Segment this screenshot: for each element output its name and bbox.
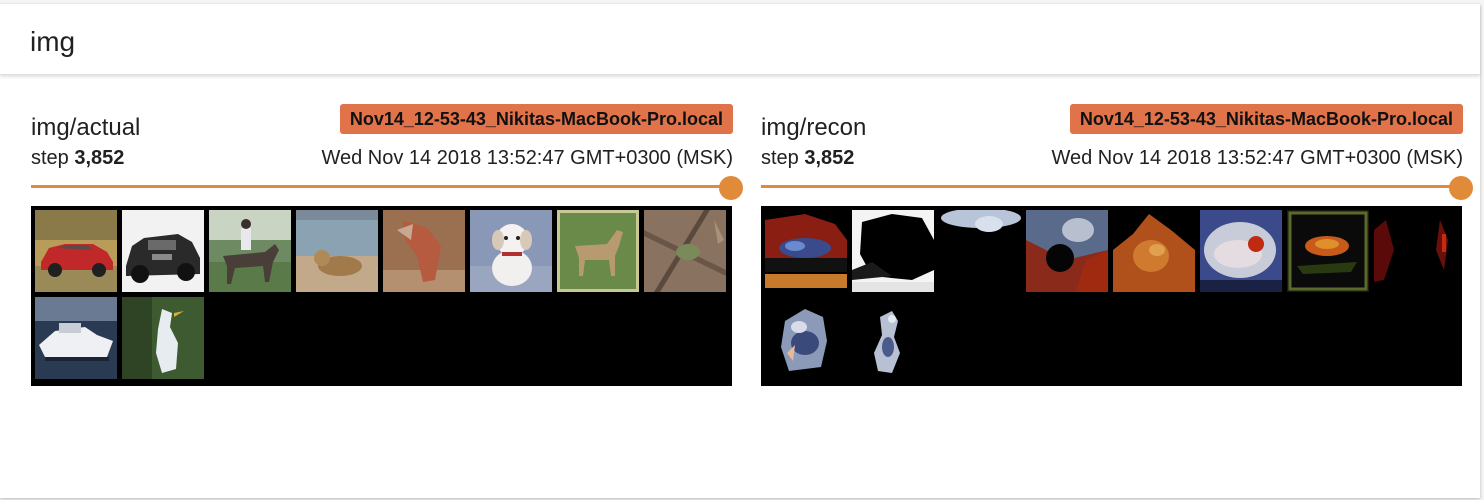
sample-image-boat (35, 297, 117, 379)
step-label: step (761, 147, 799, 169)
recon-image-6 (1200, 210, 1282, 292)
recon-image-7 (1287, 210, 1369, 292)
image-card-actual: img/actual step 3,852 Nov14_12-53-43_Nik… (31, 104, 743, 386)
image-group-card: img img/actual step 3,852 Nov14_12-53-43… (0, 4, 1480, 498)
sample-image-bird-branches (644, 210, 726, 292)
group-title: img (30, 26, 76, 57)
tag-label: img/recon (761, 114, 867, 141)
sample-image-dog-lying (296, 210, 378, 292)
image-card-recon: img/recon step 3,852 Nov14_12-53-43_Niki… (761, 104, 1473, 386)
recon-image-3 (939, 210, 1021, 292)
sample-image-car-black (122, 210, 204, 292)
slider-track[interactable] (761, 185, 1451, 188)
recon-image-5 (1113, 210, 1195, 292)
wall-time: Wed Nov 14 2018 13:52:47 GMT+0300 (MSK) (321, 147, 733, 169)
recon-image-1 (765, 210, 847, 292)
sample-image-animal-brown (383, 210, 465, 292)
recon-image-8 (1374, 210, 1456, 292)
step-indicator: step 3,852 (31, 146, 124, 170)
sample-image-horse-rider (209, 210, 291, 292)
image-grid (761, 206, 1462, 386)
sample-image-car-red (35, 210, 117, 292)
run-badge: Nov14_12-53-43_Nikitas-MacBook-Pro.local (339, 104, 733, 134)
recon-image-2 (852, 210, 934, 292)
sample-image-dog-white (470, 210, 552, 292)
step-indicator: step 3,852 (761, 146, 854, 170)
step-slider[interactable] (31, 176, 743, 200)
image-grid (31, 206, 732, 386)
step-label: step (31, 147, 69, 169)
tag-label: img/actual (31, 114, 141, 141)
wall-time: Wed Nov 14 2018 13:52:47 GMT+0300 (MSK) (1051, 147, 1463, 169)
slider-track[interactable] (31, 185, 721, 188)
recon-image-4 (1026, 210, 1108, 292)
step-slider[interactable] (761, 176, 1473, 200)
slider-knob[interactable] (1449, 176, 1473, 200)
recon-image-9 (765, 297, 847, 379)
run-badge: Nov14_12-53-43_Nikitas-MacBook-Pro.local (1069, 104, 1463, 134)
sample-image-bird-white (122, 297, 204, 379)
group-header[interactable]: img (0, 4, 1480, 75)
recon-image-10 (852, 297, 934, 379)
step-value: 3,852 (74, 147, 125, 169)
slider-knob[interactable] (719, 176, 743, 200)
sample-image-deer (557, 210, 639, 292)
step-value: 3,852 (804, 147, 855, 169)
